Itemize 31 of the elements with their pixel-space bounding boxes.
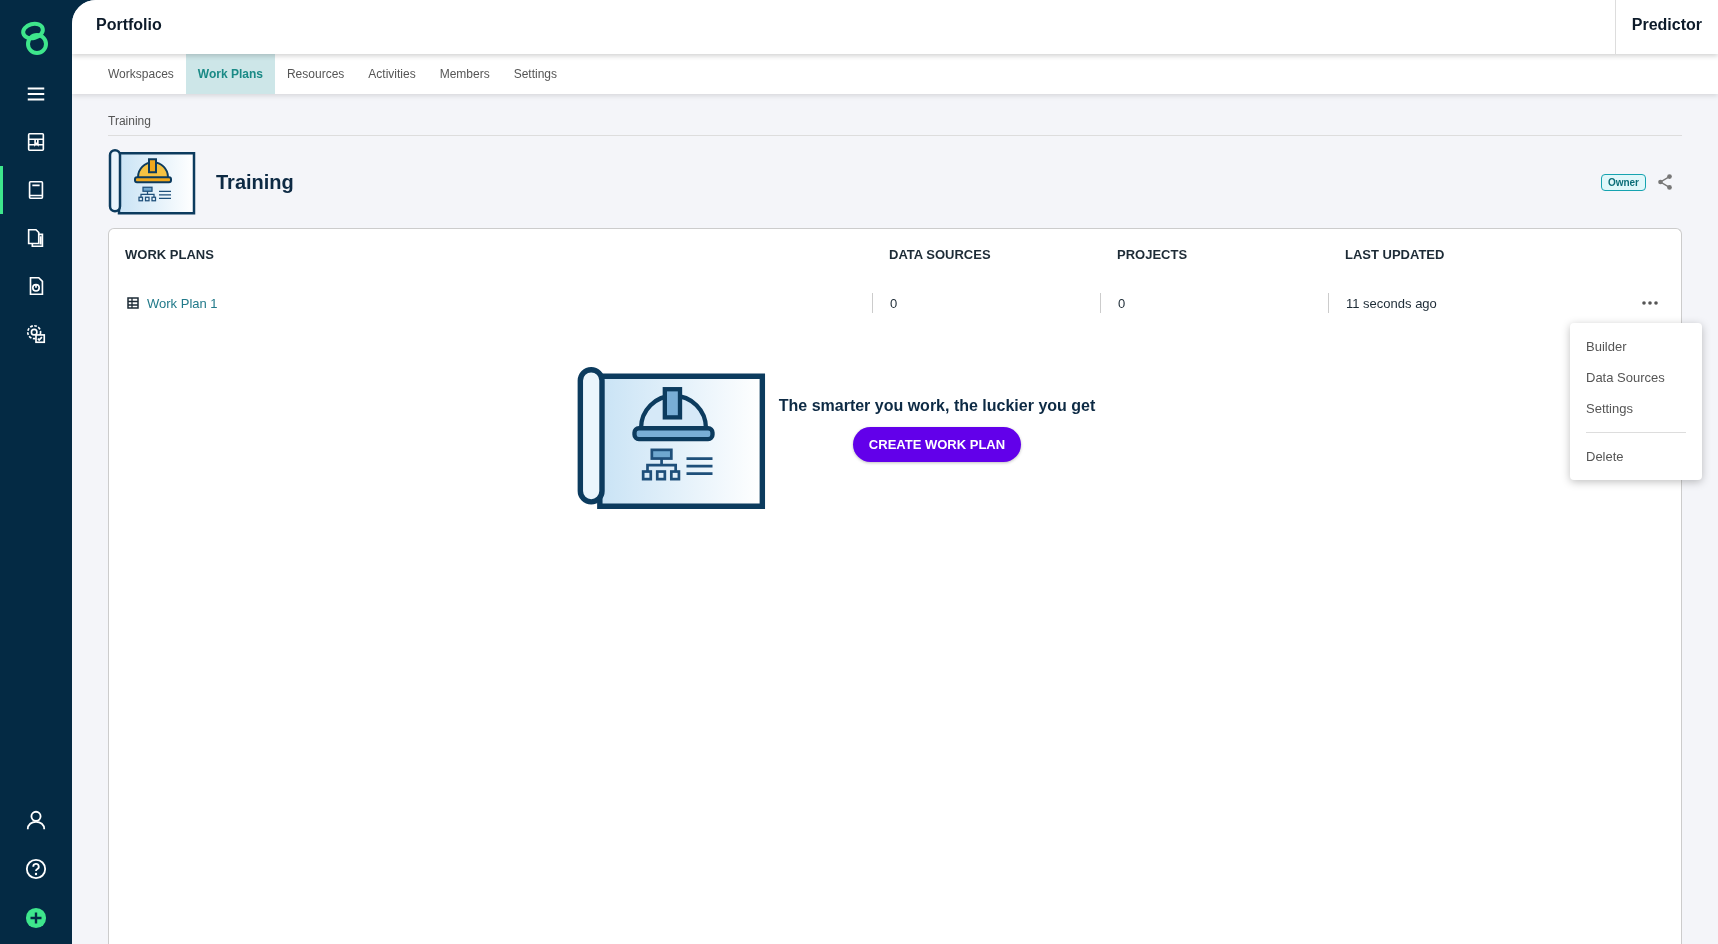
- menu-item[interactable]: Settings: [1570, 393, 1702, 424]
- tab[interactable]: Members: [427, 54, 502, 94]
- share-icon[interactable]: [1656, 173, 1674, 191]
- column-header: LAST UPDATED: [1344, 247, 1446, 262]
- column-header: DATA SOURCES: [888, 247, 992, 262]
- table-cell: 11 seconds ago: [1346, 295, 1437, 311]
- tab[interactable]: Settings: [501, 54, 570, 94]
- bookshelf-icon: [25, 131, 47, 153]
- column-header: WORK PLANS: [125, 247, 215, 262]
- create-work-plan-button[interactable]: CREATE WORK PLAN: [852, 427, 1022, 462]
- page-title: Portfolio: [95, 16, 162, 34]
- more-options-icon[interactable]: [1642, 301, 1658, 305]
- menu-item[interactable]: Builder: [1570, 331, 1702, 362]
- table-cell: 0: [1118, 295, 1126, 311]
- work-plan-link[interactable]: Work Plan 1: [147, 295, 218, 311]
- table-grid-icon: [127, 297, 139, 309]
- menu-item[interactable]: Data Sources: [1570, 362, 1702, 393]
- role-badge: Owner: [1600, 173, 1646, 191]
- table-cell: 0: [890, 295, 898, 311]
- breadcrumb[interactable]: Training: [108, 114, 151, 128]
- help-icon[interactable]: [25, 858, 47, 880]
- add-icon[interactable]: [25, 907, 47, 929]
- tab[interactable]: Resources: [274, 54, 357, 94]
- tab[interactable]: Workspaces: [96, 54, 186, 94]
- tab[interactable]: Activities: [356, 54, 428, 94]
- menu-item[interactable]: Delete: [1570, 441, 1702, 472]
- gear-icon: [25, 323, 47, 345]
- user-icon[interactable]: [25, 809, 47, 831]
- empty-message: The smarter you work, the luckier you get: [778, 397, 1096, 415]
- column-header: PROJECTS: [1116, 247, 1189, 262]
- workspace-title: Training: [216, 170, 294, 194]
